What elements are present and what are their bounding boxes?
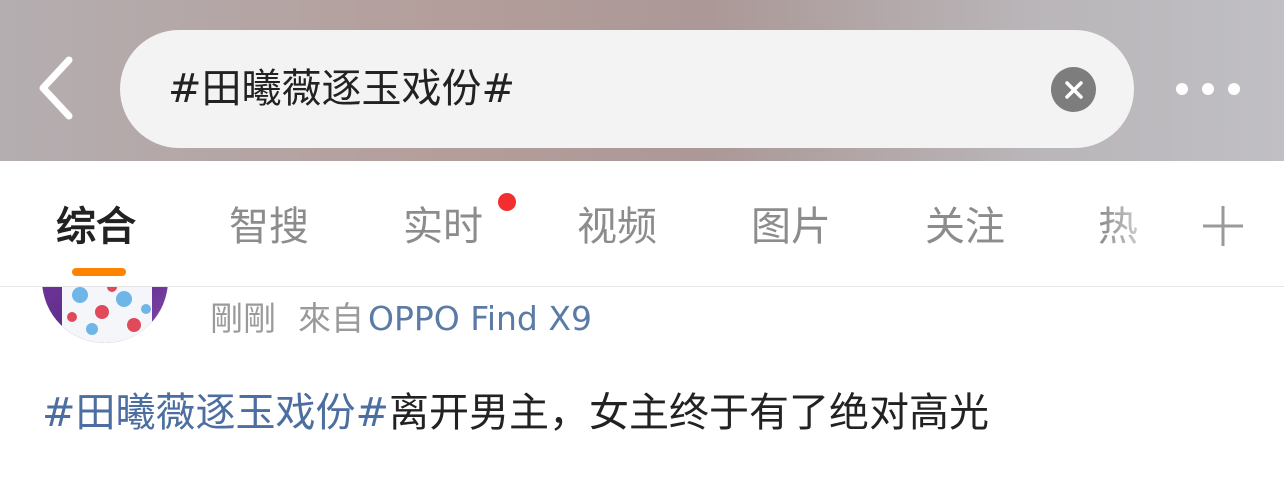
more-dot xyxy=(1228,83,1240,95)
more-dot xyxy=(1202,83,1214,95)
avatar[interactable] xyxy=(42,287,168,343)
back-button[interactable] xyxy=(22,50,92,126)
search-header: #田曦薇逐玉戏份# xyxy=(0,0,1284,161)
post-card[interactable]: 剛剛 來自 OPPO Find X9 #田曦薇逐玉戏份#离开男主，女主终于有了绝对高… xyxy=(0,287,1284,479)
active-tab-indicator xyxy=(72,268,126,276)
post-hashtag-link[interactable]: #田曦薇逐玉戏份# xyxy=(42,390,389,436)
close-icon xyxy=(1064,80,1083,99)
tab-images[interactable]: 图片 xyxy=(751,199,831,255)
search-input[interactable]: #田曦薇逐玉戏份# xyxy=(168,30,515,148)
more-options-button[interactable] xyxy=(1166,72,1250,106)
plus-icon[interactable] xyxy=(1200,203,1246,249)
chevron-left-icon xyxy=(39,56,73,120)
tab-realtime[interactable]: 实时 xyxy=(403,199,483,255)
tab-smart-search[interactable]: 智搜 xyxy=(229,199,309,255)
post-body-text: 离开男主，女主终于有了绝对高光 xyxy=(389,390,990,436)
avatar-image xyxy=(42,287,168,343)
post-content: #田曦薇逐玉戏份#离开男主，女主终于有了绝对高光 xyxy=(42,385,989,441)
post-meta: 剛剛 來自 OPPO Find X9 xyxy=(210,297,592,341)
post-time: 剛剛 xyxy=(210,299,276,338)
search-tab-bar: 综合 智搜 实时 视频 图片 关注 热 xyxy=(0,161,1284,287)
search-box[interactable]: #田曦薇逐玉戏份# xyxy=(120,30,1134,148)
tab-video[interactable]: 视频 xyxy=(577,199,657,255)
post-source-label: 來自 xyxy=(298,299,364,338)
tab-comprehensive[interactable]: 综合 xyxy=(56,199,136,255)
clear-search-button[interactable] xyxy=(1051,67,1096,112)
more-dots-icon xyxy=(1176,83,1188,95)
tab-hot[interactable]: 热 xyxy=(1098,199,1138,255)
realtime-badge xyxy=(498,193,516,211)
tab-following[interactable]: 关注 xyxy=(925,199,1005,255)
post-source-device[interactable]: OPPO Find X9 xyxy=(368,299,592,338)
